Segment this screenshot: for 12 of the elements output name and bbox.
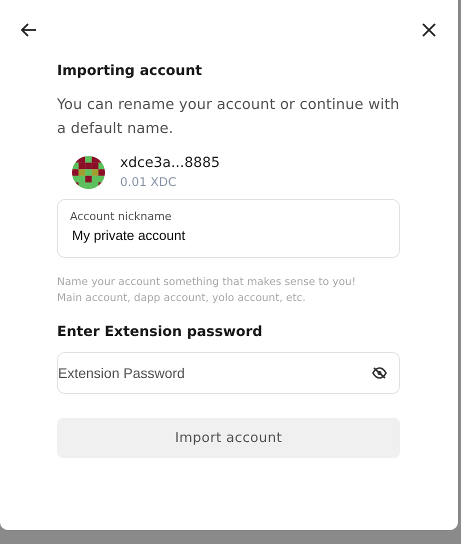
avatar-icon bbox=[72, 156, 105, 188]
nickname-field[interactable]: Account nickname My private account bbox=[57, 199, 400, 258]
password-field[interactable]: Extension Password bbox=[57, 352, 400, 394]
password-heading: Enter Extension password bbox=[57, 324, 264, 340]
dialog-title: Importing account bbox=[57, 63, 203, 79]
eye-slash-icon[interactable] bbox=[372, 367, 387, 379]
close-icon[interactable] bbox=[422, 23, 436, 37]
back-arrow-icon[interactable] bbox=[21, 23, 37, 37]
hint-text: Name your account something that makes sense to you! Main account, dapp account, yolo account, etc. bbox=[57, 275, 357, 306]
account-balance: 0.01 XDC bbox=[120, 175, 178, 189]
description-text: You can rename your account or continue with a default name. bbox=[57, 96, 400, 139]
account-address: xdce3a...8885 bbox=[120, 155, 220, 171]
